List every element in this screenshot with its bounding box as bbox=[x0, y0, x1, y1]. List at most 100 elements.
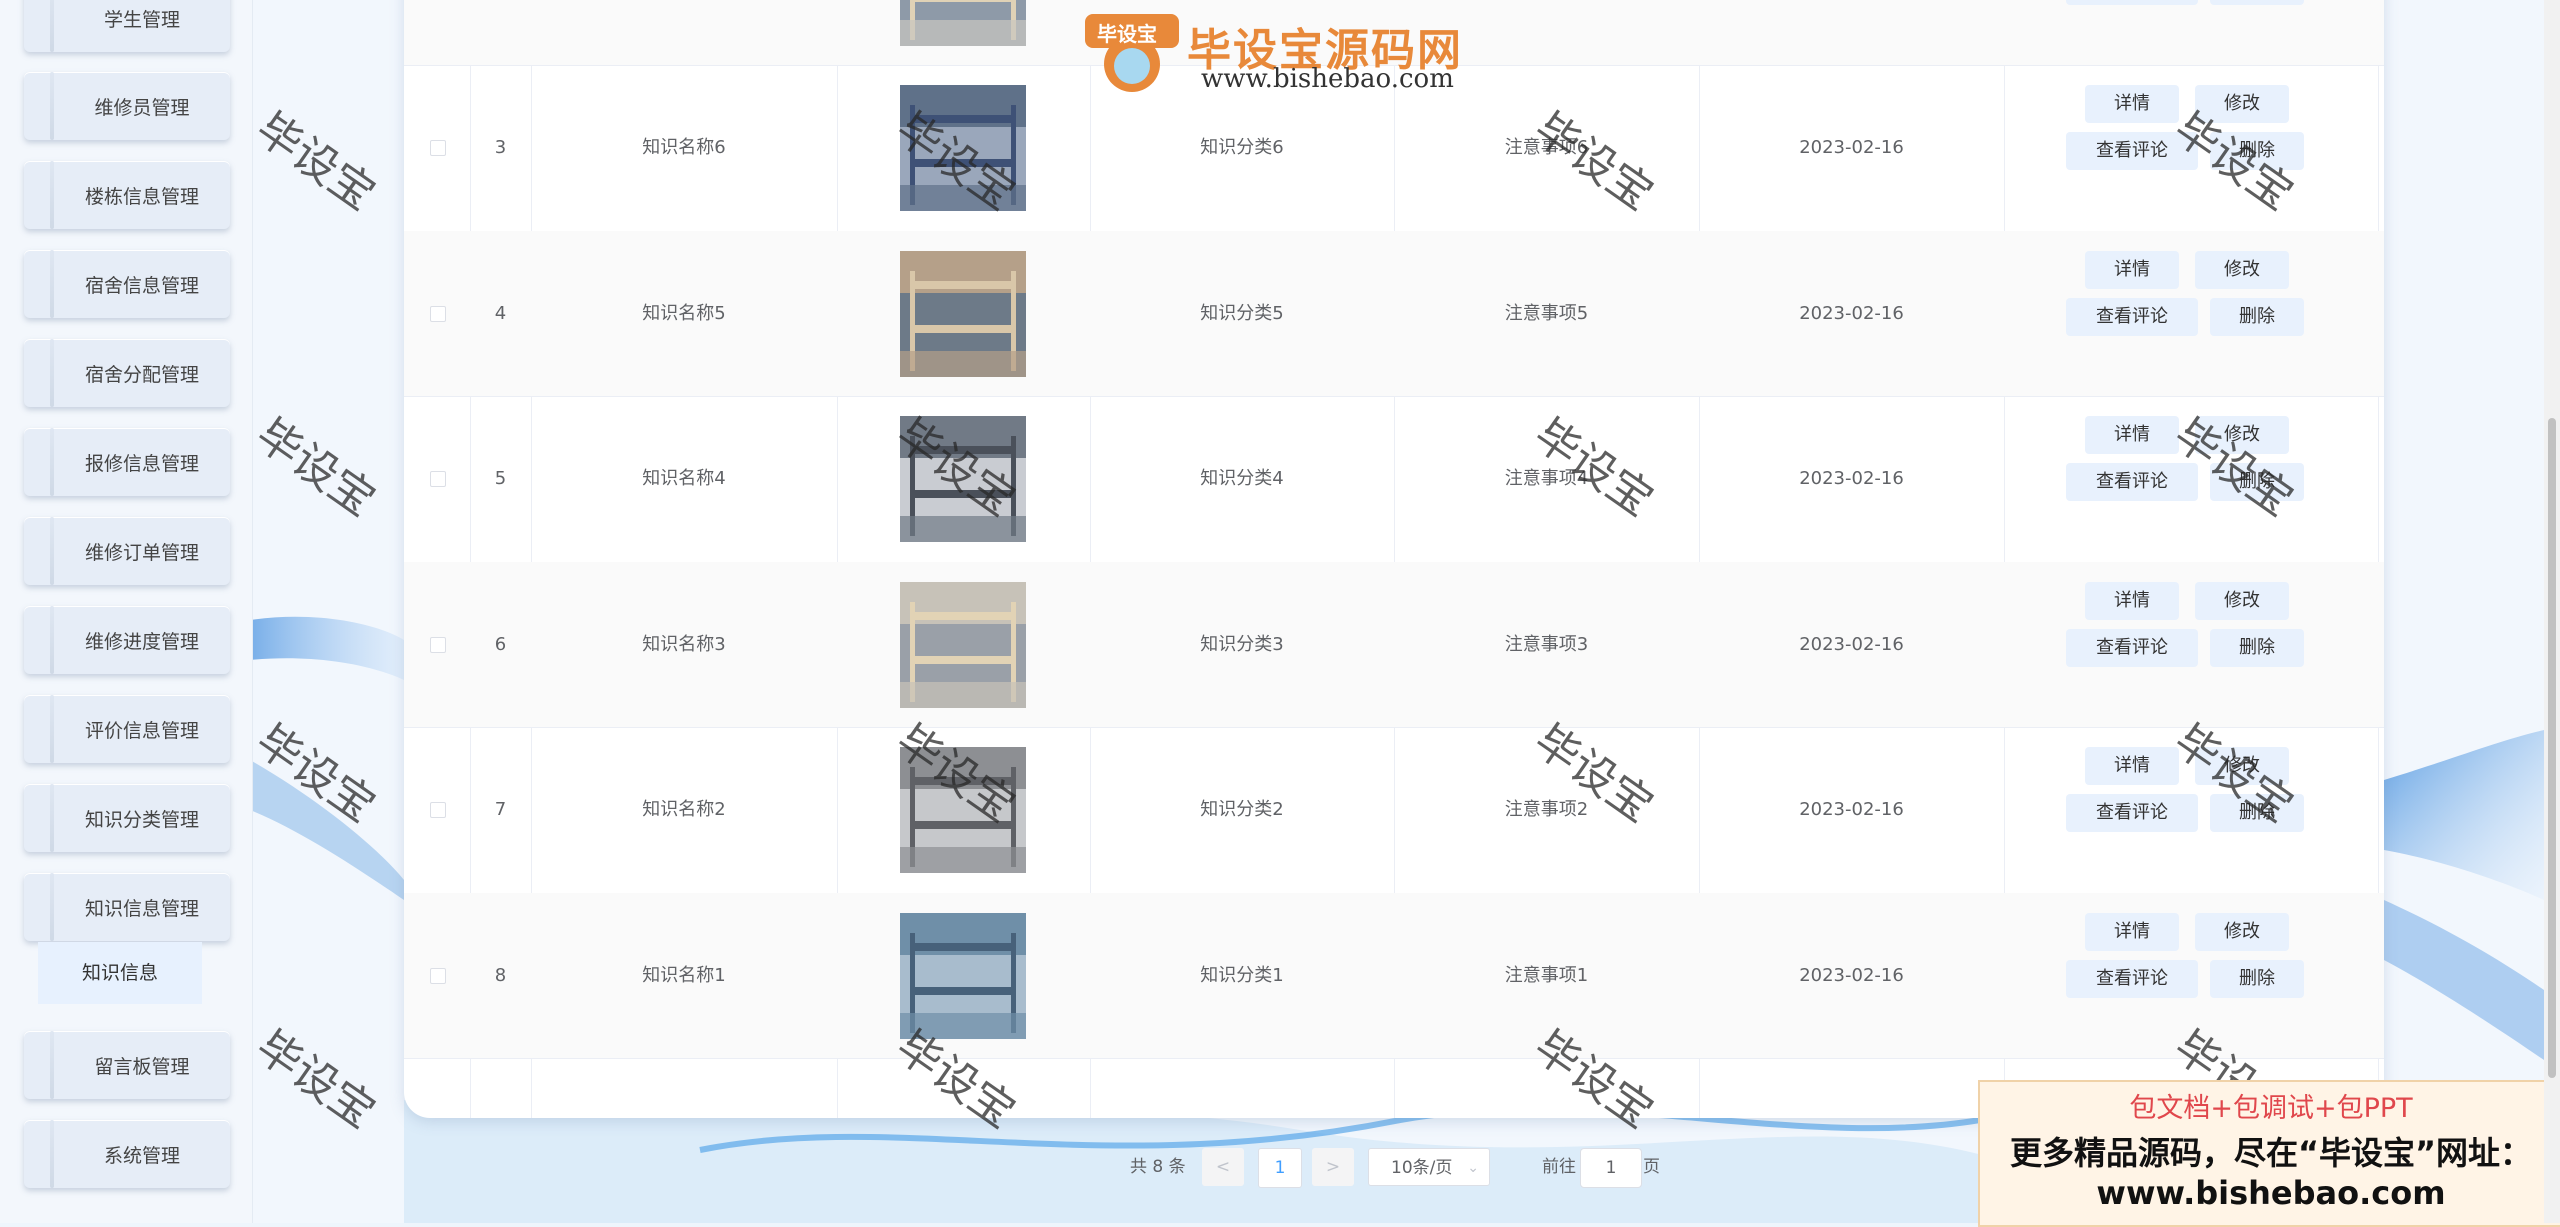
sidebar-item-label: 学生管理 bbox=[103, 9, 180, 31]
promo-line-2: 更多精品源码，尽在“毕设宝”网址： bbox=[2009, 1134, 2533, 1172]
row-index: 6 bbox=[494, 633, 507, 655]
sidebar-item-repair-report[interactable]: 报修信息管理 bbox=[24, 428, 230, 496]
sidebar-item-label: 宿舍分配管理 bbox=[84, 364, 199, 386]
detail-button[interactable]: 详情 bbox=[2085, 747, 2179, 786]
view-comments-button[interactable]: 查看评论 bbox=[2066, 132, 2198, 171]
promo-banner: 包文档+包调试+包PPT 更多精品源码，尽在“毕设宝”网址： www.bishe… bbox=[1978, 1080, 2560, 1227]
knowledge-image[interactable] bbox=[900, 416, 1026, 543]
view-comments-button[interactable]: 查看评论 bbox=[2066, 0, 2198, 5]
knowledge-image[interactable] bbox=[900, 0, 1026, 46]
delete-button[interactable]: 删除 bbox=[2210, 628, 2304, 667]
pagination-page-1[interactable]: 1 bbox=[1258, 1148, 1302, 1188]
sidebar: 学生管理 维修员管理 楼栋信息管理 宿舍信息管理 宿舍分配管理 报修信息管理 维… bbox=[0, 0, 253, 1223]
edit-button[interactable]: 修改 bbox=[2195, 912, 2289, 951]
delete-button[interactable]: 删除 bbox=[2210, 463, 2304, 502]
knowledge-image[interactable] bbox=[900, 85, 1026, 212]
table-row: 4 知识名称5 知识分类5 注意事项5 2023-02-16 详情 修改 查看评论 删除 bbox=[404, 231, 2384, 397]
row-index: 5 bbox=[494, 468, 507, 490]
detail-button[interactable]: 详情 bbox=[2085, 250, 2179, 289]
detail-button[interactable]: 详情 bbox=[2085, 416, 2179, 455]
sidebar-item-system[interactable]: 系统管理 bbox=[24, 1120, 230, 1188]
sidebar-item-message-board[interactable]: 留言板管理 bbox=[24, 1031, 230, 1099]
created-date: 2023-02-16 bbox=[1799, 633, 1904, 655]
sidebar-subitem-knowledge[interactable]: 知识信息 bbox=[38, 942, 202, 1004]
chevron-down-icon: ⌄ bbox=[1467, 1160, 1479, 1176]
sidebar-item-label: 维修员管理 bbox=[94, 97, 190, 119]
row-index: 3 bbox=[494, 137, 507, 159]
sidebar-item-label: 知识信息管理 bbox=[84, 898, 199, 920]
view-comments-button[interactable]: 查看评论 bbox=[2066, 794, 2198, 833]
knowledge-name: 知识名称4 bbox=[642, 468, 726, 490]
delete-button[interactable]: 删除 bbox=[2210, 132, 2304, 171]
sidebar-item-dorm-assign[interactable]: 宿舍分配管理 bbox=[24, 339, 230, 407]
scrollbar-thumb[interactable] bbox=[2548, 418, 2556, 1078]
goto-page-input[interactable] bbox=[1580, 1148, 1642, 1188]
edit-button[interactable]: 修改 bbox=[2195, 250, 2289, 289]
edit-button[interactable]: 修改 bbox=[2195, 416, 2289, 455]
sidebar-item-building[interactable]: 楼栋信息管理 bbox=[24, 161, 230, 229]
knowledge-image[interactable] bbox=[900, 250, 1026, 377]
detail-button[interactable]: 详情 bbox=[2085, 581, 2179, 620]
knowledge-image[interactable] bbox=[900, 912, 1026, 1039]
logo-badge-text: 毕设宝 bbox=[1097, 22, 1157, 46]
sidebar-item-label: 系统管理 bbox=[103, 1145, 180, 1167]
created-date: 2023-02-16 bbox=[1799, 137, 1904, 159]
knowledge-name: 知识名称1 bbox=[642, 964, 726, 986]
sidebar-item-repair-order[interactable]: 维修订单管理 bbox=[24, 517, 230, 585]
goto-label: 前往 bbox=[1542, 1157, 1576, 1177]
delete-button[interactable]: 删除 bbox=[2210, 0, 2304, 5]
knowledge-image[interactable] bbox=[900, 747, 1026, 874]
knowledge-category: 知识分类2 bbox=[1200, 799, 1284, 821]
view-comments-button[interactable]: 查看评论 bbox=[2066, 959, 2198, 998]
detail-button[interactable]: 详情 bbox=[2085, 85, 2179, 124]
row-index: 4 bbox=[494, 302, 507, 324]
delete-button[interactable]: 删除 bbox=[2210, 794, 2304, 833]
edit-button[interactable]: 修改 bbox=[2195, 581, 2289, 620]
table-row: 5 知识名称4 知识分类4 注意事项4 2023-02-16 详情 修改查看评论 删除 bbox=[404, 397, 2384, 563]
view-comments-button[interactable]: 查看评论 bbox=[2066, 628, 2198, 667]
sidebar-item-student[interactable]: 学生管理 bbox=[24, 0, 230, 52]
knowledge-name: 知识名称5 bbox=[642, 302, 726, 324]
view-comments-button[interactable]: 查看评论 bbox=[2066, 297, 2198, 336]
view-comments-button[interactable]: 查看评论 bbox=[2066, 463, 2198, 502]
sidebar-item-repairman[interactable]: 维修员管理 bbox=[24, 72, 230, 140]
sidebar-item-dorm[interactable]: 宿舍信息管理 bbox=[24, 250, 230, 318]
watermark-logo: 毕设宝 毕设宝源码网 www.bishebao.com bbox=[1083, 8, 1463, 96]
sidebar-item-label: 宿舍信息管理 bbox=[84, 275, 199, 297]
sidebar-item-knowledge-info[interactable]: 知识信息管理 bbox=[24, 873, 230, 941]
pagination-next-button[interactable]: > bbox=[1312, 1148, 1354, 1186]
knowledge-category: 知识分类4 bbox=[1200, 468, 1284, 490]
knowledge-category: 知识分类6 bbox=[1200, 137, 1284, 159]
pagination-prev-button[interactable]: < bbox=[1202, 1148, 1244, 1186]
promo-line-3: www.bishebao.com bbox=[2096, 1174, 2446, 1212]
knowledge-notice: 注意事项4 bbox=[1504, 468, 1589, 490]
sidebar-item-evaluation[interactable]: 评价信息管理 bbox=[24, 695, 230, 763]
sidebar-item-repair-progress[interactable]: 维修进度管理 bbox=[24, 606, 230, 674]
row-checkbox[interactable] bbox=[430, 636, 446, 653]
row-checkbox[interactable] bbox=[430, 471, 446, 488]
sidebar-item-label: 报修信息管理 bbox=[84, 453, 199, 475]
knowledge-notice: 注意事项5 bbox=[1504, 302, 1589, 324]
sidebar-item-label: 楼栋信息管理 bbox=[84, 186, 199, 208]
sidebar-item-label: 评价信息管理 bbox=[84, 720, 199, 742]
edit-button[interactable]: 修改 bbox=[2195, 747, 2289, 786]
knowledge-name: 知识名称2 bbox=[642, 799, 726, 821]
row-checkbox[interactable] bbox=[430, 802, 446, 819]
sidebar-item-label: 维修进度管理 bbox=[84, 631, 199, 653]
table-row: 7 知识名称2 知识分类2 注意事项2 2023-02-16 详情 修改 查看评论 删除 bbox=[404, 728, 2384, 894]
row-index: 8 bbox=[494, 964, 507, 986]
row-checkbox[interactable] bbox=[430, 967, 446, 984]
row-checkbox[interactable] bbox=[430, 140, 446, 157]
sidebar-item-knowledge-category[interactable]: 知识分类管理 bbox=[24, 784, 230, 852]
delete-button[interactable]: 删除 bbox=[2210, 959, 2304, 998]
created-date: 2023-02-16 bbox=[1799, 468, 1904, 490]
edit-button[interactable]: 修改 bbox=[2195, 85, 2289, 124]
page-scrollbar[interactable] bbox=[2544, 0, 2560, 1223]
knowledge-name: 知识名称3 bbox=[642, 633, 726, 655]
delete-button[interactable]: 删除 bbox=[2210, 297, 2304, 336]
detail-button[interactable]: 详情 bbox=[2085, 912, 2179, 951]
knowledge-image[interactable] bbox=[900, 581, 1026, 708]
created-date: 2023-02-16 bbox=[1799, 799, 1904, 821]
row-checkbox[interactable] bbox=[430, 305, 446, 322]
page-size-select[interactable]: 10条/页 ⌄ bbox=[1368, 1148, 1490, 1186]
